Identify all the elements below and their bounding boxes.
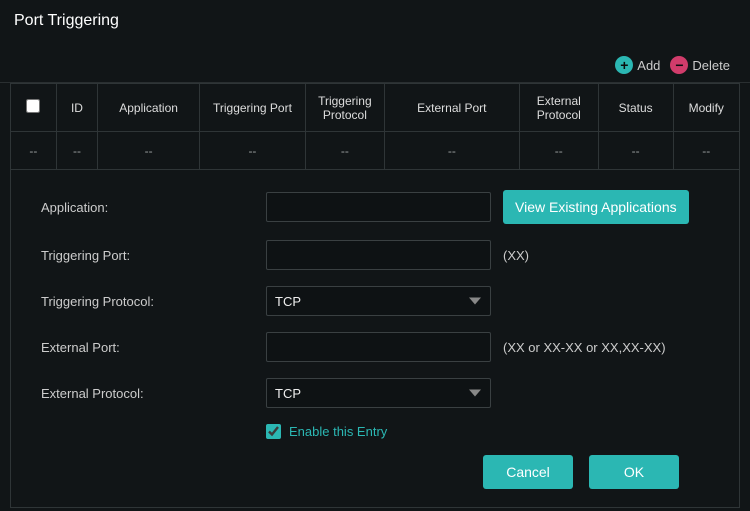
header-triggering-protocol: Triggering Protocol — [305, 84, 384, 132]
header-external-protocol: External Protocol — [519, 84, 598, 132]
external-port-field[interactable] — [266, 332, 491, 362]
page-title: Port Triggering — [0, 0, 750, 48]
header-modify: Modify — [673, 84, 739, 132]
hint-external-port: (XX or XX-XX or XX,XX-XX) — [503, 340, 666, 355]
cell-external-port: -- — [384, 132, 519, 170]
cell-status: -- — [598, 132, 673, 170]
header-triggering-port: Triggering Port — [199, 84, 305, 132]
header-application: Application — [98, 84, 200, 132]
add-label: Add — [637, 58, 660, 73]
delete-button[interactable]: − Delete — [670, 56, 730, 74]
form-footer: Cancel OK — [41, 439, 709, 489]
triggering-protocol-select[interactable] — [266, 286, 491, 316]
cell-external-protocol: -- — [519, 132, 598, 170]
triggering-port-field[interactable] — [266, 240, 491, 270]
cell-application: -- — [98, 132, 200, 170]
cell-modify: -- — [673, 132, 739, 170]
ok-button[interactable]: OK — [589, 455, 679, 489]
application-field[interactable] — [266, 192, 491, 222]
triggering-protocol-value[interactable] — [266, 286, 491, 316]
view-existing-applications-button[interactable]: View Existing Applications — [503, 190, 689, 224]
toolbar: + Add − Delete — [0, 48, 750, 83]
cancel-button[interactable]: Cancel — [483, 455, 573, 489]
delete-label: Delete — [692, 58, 730, 73]
external-protocol-select[interactable] — [266, 378, 491, 408]
header-external-port: External Port — [384, 84, 519, 132]
select-all-checkbox[interactable] — [26, 99, 40, 113]
label-external-protocol: External Protocol: — [41, 386, 266, 401]
cell-id: -- — [56, 132, 98, 170]
plus-icon: + — [615, 56, 633, 74]
enable-entry-label[interactable]: Enable this Entry — [289, 424, 387, 439]
header-status: Status — [598, 84, 673, 132]
label-triggering-port: Triggering Port: — [41, 248, 266, 263]
port-trigger-table: ID Application Triggering Port Triggerin… — [10, 83, 740, 170]
label-triggering-protocol: Triggering Protocol: — [41, 294, 266, 309]
table-header-row: ID Application Triggering Port Triggerin… — [11, 84, 740, 132]
enable-entry-checkbox[interactable] — [266, 424, 281, 439]
label-application: Application: — [41, 200, 266, 215]
cell-triggering-port: -- — [199, 132, 305, 170]
cell-triggering-protocol: -- — [305, 132, 384, 170]
hint-triggering-port: (XX) — [503, 248, 529, 263]
table-row: -- -- -- -- -- -- -- -- -- — [11, 132, 740, 170]
label-external-port: External Port: — [41, 340, 266, 355]
cell-checkbox: -- — [11, 132, 57, 170]
entry-form: Application: View Existing Applications … — [10, 170, 740, 508]
minus-icon: − — [670, 56, 688, 74]
header-id: ID — [56, 84, 98, 132]
external-protocol-value[interactable] — [266, 378, 491, 408]
add-button[interactable]: + Add — [615, 56, 660, 74]
